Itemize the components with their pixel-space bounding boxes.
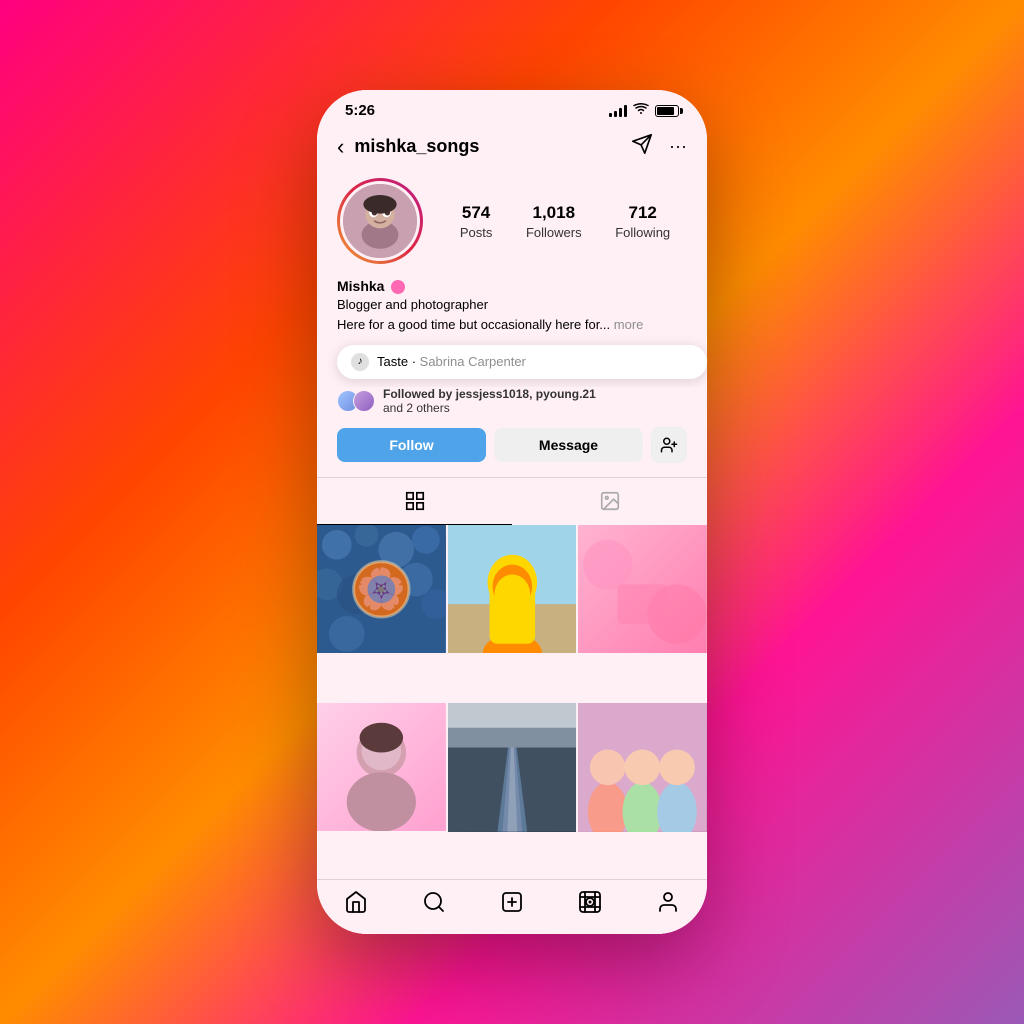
battery-icon [655,105,679,117]
send-icon[interactable] [631,133,653,160]
action-buttons: Follow Message [317,427,707,477]
photo-cell-3[interactable] [578,525,707,654]
signal-icon [609,105,627,117]
add-friend-button[interactable] [651,427,687,463]
bio-line1: Blogger and photographer [337,296,687,314]
bio-section: Mishka Blogger and photographer Here for… [317,278,707,337]
follow-button[interactable]: Follow [337,428,486,462]
nav-create[interactable] [473,890,551,914]
avatar [340,181,420,261]
nav-reels[interactable] [551,890,629,914]
following-label: Following [615,225,670,240]
status-bar: 5:26 [317,90,707,125]
photo-cell-1[interactable] [317,525,446,654]
tab-row [317,477,707,525]
posts-label: Posts [460,225,493,240]
followers-label: Followers [526,225,582,240]
status-icons [609,103,679,118]
music-separator: · [412,354,420,369]
followed-text: Followed by jessjess1018, pyoung.21 and … [383,387,596,415]
photo-cell-6[interactable] [578,703,707,832]
nav-header: ‹ mishka_songs ··· [317,125,707,168]
stat-posts[interactable]: 574 Posts [460,203,493,240]
followed-avatars [337,390,375,412]
verified-badge [391,280,405,294]
avatar-wrapper [337,178,423,264]
stat-followers[interactable]: 1,018 Followers [526,203,582,240]
followers-count: 1,018 [533,203,576,223]
nav-actions: ··· [631,133,687,160]
status-time: 5:26 [345,102,375,119]
stat-following[interactable]: 712 Following [615,203,670,240]
tab-tagged[interactable] [512,478,707,525]
posts-count: 574 [462,203,490,223]
profile-info-row: 574 Posts 1,018 Followers 712 Following [337,178,687,264]
bio-display-name: Mishka [337,278,687,294]
more-icon[interactable]: ··· [669,136,687,157]
bio-line2: Here for a good time but occasionally he… [337,316,687,334]
profile-username-header: mishka_songs [354,136,631,157]
nav-profile[interactable] [629,890,707,914]
music-tooltip[interactable]: ♪ Taste · Sabrina Carpenter [337,345,707,379]
followed-avatar-2 [353,390,375,412]
nav-search[interactable] [395,890,473,914]
music-artist: Sabrina Carpenter [420,354,526,369]
followed-by: Followed by jessjess1018, pyoung.21 and … [317,387,707,415]
music-song: Taste · Sabrina Carpenter [377,354,526,369]
stats-row: 574 Posts 1,018 Followers 712 Following [443,203,687,240]
following-count: 712 [629,203,657,223]
photo-cell-2[interactable] [448,525,577,654]
bio-more-link[interactable]: more [614,317,644,332]
tab-grid[interactable] [317,478,512,525]
nav-home[interactable] [317,890,395,914]
photo-cell-4[interactable] [317,703,446,832]
profile-section: 574 Posts 1,018 Followers 712 Following [317,168,707,278]
phone-frame: 5:26 ‹ mishka_songs [317,90,707,934]
photo-cell-5[interactable] [448,703,577,832]
photo-grid [317,525,707,879]
bottom-nav [317,879,707,934]
message-button[interactable]: Message [494,428,643,462]
music-note-icon: ♪ [351,353,369,371]
wifi-icon [633,103,649,118]
back-button[interactable]: ‹ [337,134,344,160]
